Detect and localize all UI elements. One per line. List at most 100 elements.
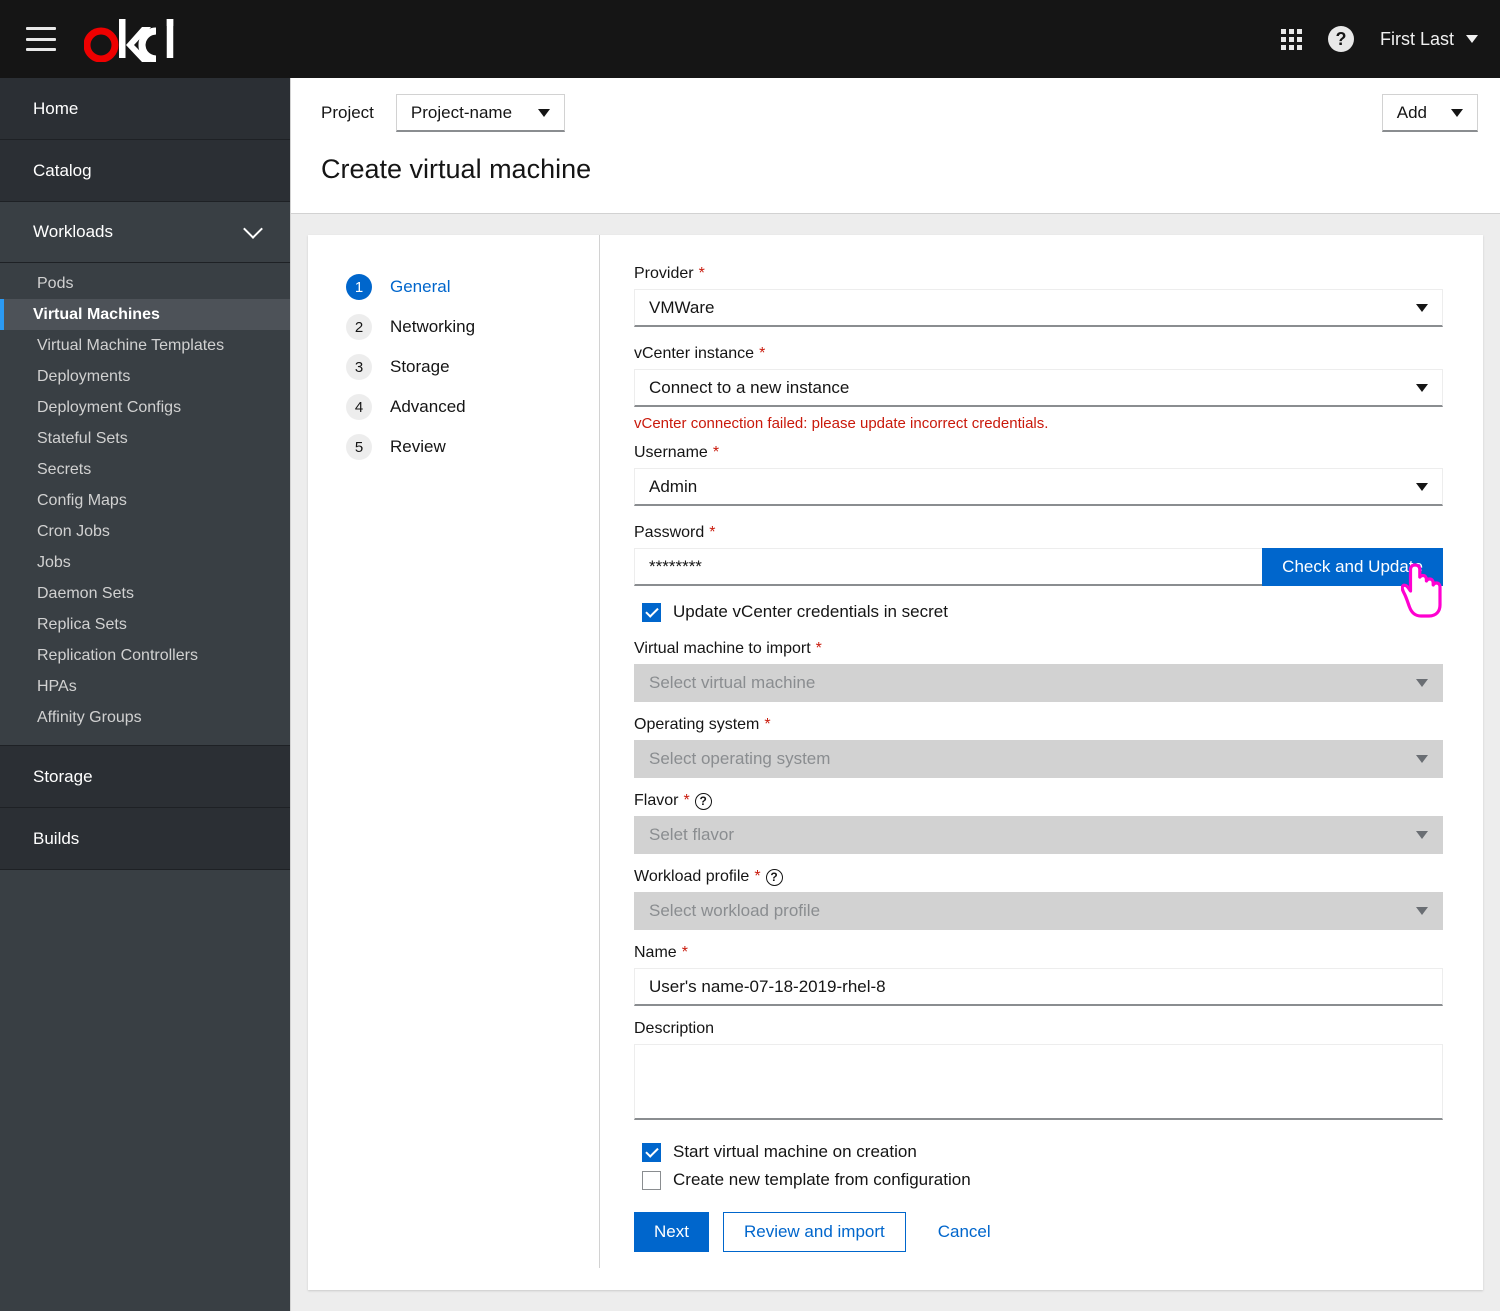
wizard-actions: Next Review and import Cancel — [634, 1212, 1443, 1252]
sidebar-item-secrets[interactable]: Secrets — [0, 454, 290, 485]
sidebar-item-deployment-configs[interactable]: Deployment Configs — [0, 392, 290, 423]
sidebar-item-label: Deployments — [37, 367, 131, 385]
name-input[interactable]: User's name-07-18-2019-rhel-8 — [634, 968, 1443, 1006]
required-marker: * — [815, 640, 822, 657]
grid-dot — [1296, 36, 1302, 42]
vm-to-import-select[interactable]: Select virtual machine — [634, 664, 1443, 702]
sidebar-item-hpas[interactable]: HPAs — [0, 671, 290, 702]
wizard-step-advanced[interactable]: 4 Advanced — [346, 387, 599, 427]
review-and-import-button[interactable]: Review and import — [722, 1212, 906, 1252]
password-input-row: ******** Check and Update — [634, 548, 1443, 586]
workload-profile-label: Workload profile — [634, 868, 750, 885]
start-vm-checkbox-row[interactable]: Start virtual machine on creation — [642, 1142, 1443, 1162]
wizard-step-label: Review — [390, 437, 446, 456]
page-title-row: Create virtual machine — [291, 148, 1500, 214]
password-label-row: Password * — [634, 524, 1443, 542]
sidebar-item-replica-sets[interactable]: Replica Sets — [0, 609, 290, 640]
okd-logo[interactable] — [84, 16, 176, 62]
sidebar-item-affinity-groups[interactable]: Affinity Groups — [0, 702, 290, 733]
sidebar-item-deployments[interactable]: Deployments — [0, 361, 290, 392]
update-credentials-label: Update vCenter credentials in secret — [673, 602, 948, 621]
sidebar-item-catalog[interactable]: Catalog — [0, 140, 290, 202]
add-button[interactable]: Add — [1381, 94, 1478, 132]
grid-apps-icon[interactable] — [1280, 28, 1302, 50]
grid-dot — [1280, 36, 1286, 42]
sidebar-item-config-maps[interactable]: Config Maps — [0, 485, 290, 516]
sidebar-item-jobs[interactable]: Jobs — [0, 547, 290, 578]
start-vm-checkbox[interactable] — [642, 1142, 661, 1162]
flavor-help-icon[interactable]: ? — [694, 792, 712, 810]
chevron-down-icon — [1416, 906, 1428, 915]
sidebar-item-label: Catalog — [33, 160, 92, 180]
start-vm-label: Start virtual machine on creation — [673, 1142, 917, 1161]
wizard-step-networking[interactable]: 2 Networking — [346, 307, 599, 347]
workload-profile-help-icon[interactable]: ? — [765, 868, 783, 886]
vcenter-instance-field: vCenter instance * Connect to a new inst… — [634, 345, 1443, 432]
sidebar-item-label: Stateful Sets — [37, 429, 128, 447]
check-and-update-button[interactable]: Check and Update — [1262, 548, 1443, 586]
sidebar-item-label: Cron Jobs — [37, 522, 110, 540]
required-marker: * — [709, 524, 716, 541]
chevron-down-icon — [1451, 108, 1463, 117]
vcenter-instance-select[interactable]: Connect to a new instance — [634, 369, 1443, 407]
wizard-step-number: 1 — [346, 274, 372, 300]
sidebar-item-stateful-sets[interactable]: Stateful Sets — [0, 423, 290, 454]
workload-profile-field: Workload profile * ? Select workload pro… — [634, 868, 1443, 930]
sidebar-item-virtual-machines[interactable]: Virtual Machines — [0, 299, 290, 330]
grid-dot — [1280, 28, 1286, 34]
update-credentials-checkbox-row[interactable]: Update vCenter credentials in secret — [642, 602, 1443, 622]
username-label-row: Username * — [634, 444, 1443, 462]
flavor-select[interactable]: Selet flavor — [634, 816, 1443, 854]
sidebar-item-label: Secrets — [37, 460, 92, 478]
sidebar-item-label: Pods — [37, 274, 74, 292]
hamburger-bar — [26, 37, 56, 41]
wizard-step-general[interactable]: 1 General — [346, 267, 599, 307]
username-select[interactable]: Admin — [634, 468, 1443, 506]
user-menu[interactable]: First Last — [1380, 29, 1478, 50]
sidebar-item-builds[interactable]: Builds — [0, 808, 290, 870]
vcenter-instance-value: Connect to a new instance — [649, 377, 850, 397]
password-input[interactable]: ******** — [634, 548, 1263, 586]
body-row: Home Catalog Workloads Pods Virtual Mach… — [0, 78, 1500, 1311]
chevron-down-icon — [1416, 830, 1428, 839]
update-credentials-checkbox[interactable] — [642, 602, 661, 622]
workload-profile-select[interactable]: Select workload profile — [634, 892, 1443, 930]
flavor-label-row: Flavor * ? — [634, 792, 1443, 810]
cancel-button[interactable]: Cancel — [920, 1212, 1009, 1252]
provider-value: VMWare — [649, 297, 715, 317]
chevron-down-icon — [1466, 35, 1478, 43]
description-textarea[interactable] — [634, 1044, 1443, 1120]
vm-to-import-label-row: Virtual machine to import * — [634, 640, 1443, 658]
grid-dot — [1288, 36, 1294, 42]
sidebar-item-pods[interactable]: Pods — [0, 268, 290, 299]
provider-label: Provider — [634, 265, 694, 282]
create-template-checkbox[interactable] — [642, 1170, 661, 1190]
sidebar-item-label: Jobs — [37, 553, 71, 571]
name-label: Name — [634, 944, 677, 961]
create-template-checkbox-row[interactable]: Create new template from configuration — [642, 1170, 1443, 1190]
provider-select[interactable]: VMWare — [634, 289, 1443, 327]
sidebar-item-cron-jobs[interactable]: Cron Jobs — [0, 516, 290, 547]
vm-to-import-label: Virtual machine to import — [634, 640, 811, 657]
next-button[interactable]: Next — [634, 1212, 709, 1252]
hamburger-icon[interactable] — [26, 27, 56, 51]
sidebar-item-virtual-machine-templates[interactable]: Virtual Machine Templates — [0, 330, 290, 361]
wizard-step-number: 5 — [346, 434, 372, 460]
sidebar-item-label: Virtual Machine Templates — [37, 336, 225, 354]
wizard-step-review[interactable]: 5 Review — [346, 427, 599, 467]
provider-field: Provider * VMWare — [634, 265, 1443, 327]
project-selector[interactable]: Project-name — [395, 94, 566, 132]
required-marker: * — [698, 265, 705, 282]
sidebar-item-daemon-sets[interactable]: Daemon Sets — [0, 578, 290, 609]
chevron-down-icon — [1416, 482, 1428, 491]
sidebar-item-storage[interactable]: Storage — [0, 746, 290, 808]
help-circle-icon[interactable]: ? — [1327, 26, 1354, 52]
main-content: Project Project-name Add Create virtual … — [290, 78, 1500, 1311]
sidebar-item-home[interactable]: Home — [0, 78, 290, 140]
wizard-step-storage[interactable]: 3 Storage — [346, 347, 599, 387]
grid-dot — [1296, 44, 1302, 50]
sidebar-item-replication-controllers[interactable]: Replication Controllers — [0, 640, 290, 671]
sidebar-section-workloads[interactable]: Workloads — [0, 202, 290, 263]
operating-system-select[interactable]: Select operating system — [634, 740, 1443, 778]
sidebar-item-label: Affinity Groups — [37, 708, 142, 726]
